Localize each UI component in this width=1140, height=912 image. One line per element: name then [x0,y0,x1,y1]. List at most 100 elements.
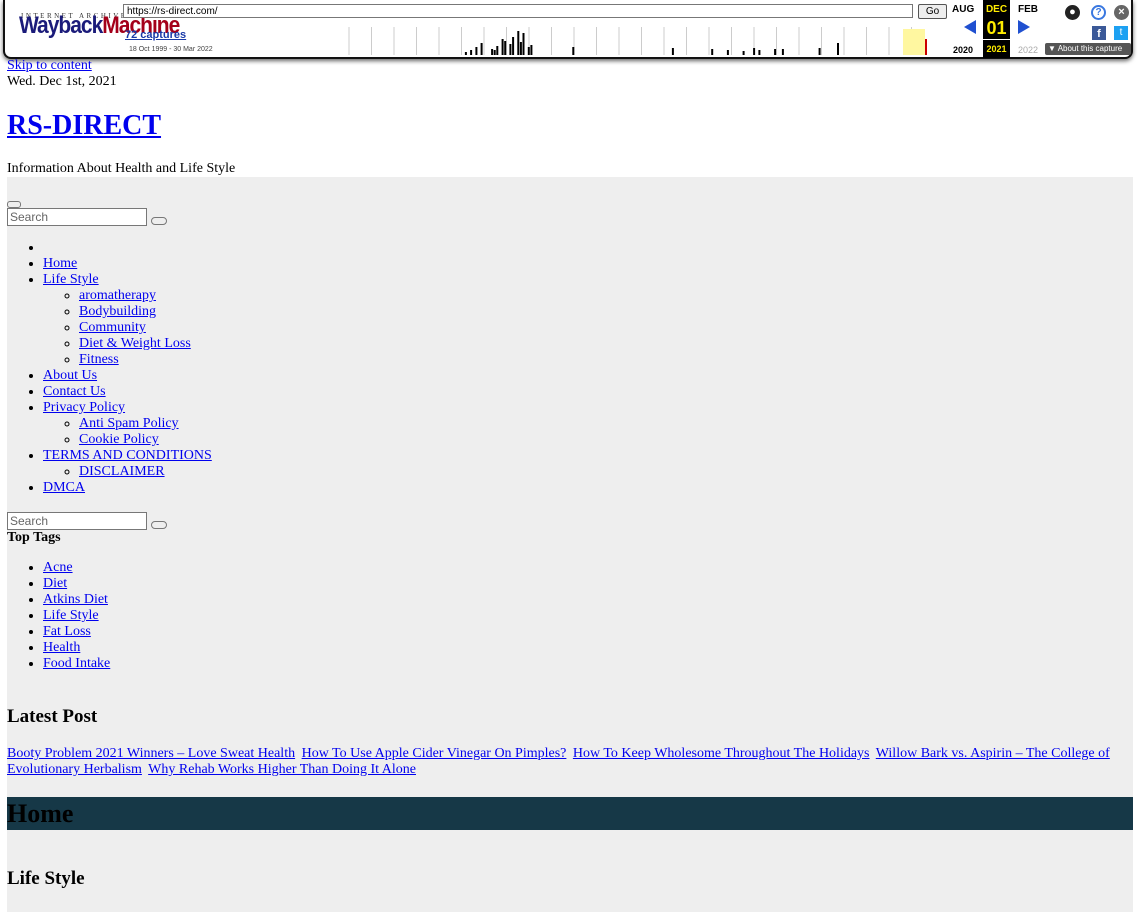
tag-item[interactable]: Life Style [43,608,110,624]
close-icon[interactable]: × [1114,5,1129,20]
twitter-icon[interactable]: t [1114,26,1128,40]
submenu-link-cookie-policy[interactable]: Cookie Policy [79,432,159,447]
menu-link-contact[interactable]: Contact Us [43,384,106,399]
menu-link-privacy[interactable]: Privacy Policy [43,400,125,415]
menu-link-about[interactable]: About Us [43,368,97,383]
skip-to-content-link[interactable]: Skip to content [7,58,92,74]
search-input[interactable]: Search [7,208,147,226]
submenu-terms: DISCLAIMER [43,464,212,480]
tag-link-food-intake[interactable]: Food Intake [43,656,110,671]
capture-bar[interactable] [501,39,504,55]
menu-item-terms[interactable]: TERMS AND CONDITIONS DISCLAIMER [43,448,212,480]
capture-bar[interactable] [781,49,784,55]
tag-link-diet[interactable]: Diet [43,576,67,591]
captures-link[interactable]: 72 captures [125,27,186,43]
menu-item-contact[interactable]: Contact Us [43,384,212,400]
capture-bar[interactable] [504,41,507,55]
capture-bar[interactable] [726,50,729,55]
latest-post-heading: Latest Post [7,706,98,727]
menu-link-dmca[interactable]: DMCA [43,480,85,495]
month-next[interactable]: FEB [1018,2,1038,18]
menu-link-terms[interactable]: TERMS AND CONDITIONS [43,448,212,463]
menu-item-life-style[interactable]: Life Style aromatherapy Bodybuilding Com… [43,272,212,368]
latest-post-link[interactable]: Why Rehab Works Higher Than Doing It Alo… [148,762,416,777]
tag-item[interactable]: Diet [43,576,110,592]
tag-link-acne[interactable]: Acne [43,560,73,575]
capture-bar[interactable] [671,48,674,55]
submenu-link-fitness[interactable]: Fitness [79,352,119,367]
year-next: 2022 [1018,45,1039,55]
submenu-link-diet-weight-loss[interactable]: Diet & Weight Loss [79,336,191,351]
go-button[interactable]: Go [918,4,947,19]
tag-link-fat-loss[interactable]: Fat Loss [43,624,91,639]
tag-item[interactable]: Health [43,640,110,656]
menu-item-privacy[interactable]: Privacy Policy Anti Spam Policy Cookie P… [43,400,212,448]
search-button[interactable] [151,217,167,225]
menu-item-dmca[interactable]: DMCA [43,480,212,496]
capture-bar[interactable] [493,50,496,55]
about-capture-button[interactable]: ▼ About this capture [1045,43,1131,55]
capture-bar[interactable] [572,47,575,55]
capture-bar[interactable] [470,50,473,55]
capture-bar[interactable] [758,50,761,55]
prev-capture-arrow-icon[interactable] [964,20,976,34]
current-capture-marker [925,39,927,55]
home-section-banner: Home [7,797,1133,830]
capture-bar[interactable] [753,48,756,55]
capture-sparkline[interactable] [347,27,947,55]
menu-item-home[interactable]: Home [43,256,212,272]
menu-toggle-button[interactable] [7,201,21,208]
tag-item[interactable]: Acne [43,560,110,576]
url-input[interactable]: https://rs-direct.com/ [123,4,913,18]
capture-bar[interactable] [818,48,821,55]
tag-item[interactable]: Atkins Diet [43,592,110,608]
capture-bar[interactable] [522,33,525,55]
current-year-highlight [903,29,925,55]
tag-item[interactable]: Food Intake [43,656,110,672]
capture-bar[interactable] [475,47,478,55]
month-prev[interactable]: AUG [952,2,974,18]
capture-bar[interactable] [837,43,839,55]
tag-link-health[interactable]: Health [43,640,80,655]
capture-bar[interactable] [509,44,512,55]
facebook-icon[interactable]: f [1092,26,1106,40]
capture-bar[interactable] [512,37,515,55]
capture-bar[interactable] [464,52,467,55]
site-title-link[interactable]: RS-DIRECT [7,110,161,141]
sidebar-search-input[interactable]: Search [7,512,147,530]
capture-bar[interactable] [519,42,522,55]
life-style-section-heading: Life Style [7,868,85,889]
tag-item[interactable]: Fat Loss [43,624,110,640]
year-prev[interactable]: 2020 [953,42,973,58]
submenu-link-bodybuilding[interactable]: Bodybuilding [79,304,156,319]
menu-link-home[interactable]: Home [43,256,77,271]
latest-post-link[interactable]: How To Keep Wholesome Throughout The Hol… [573,746,870,761]
capture-bar[interactable] [491,49,494,55]
capture-bar[interactable] [527,47,530,55]
latest-post-link[interactable]: Booty Problem 2021 Winners – Love Sweat … [7,746,295,761]
capture-bar[interactable] [711,49,714,55]
submenu-link-aromatherapy[interactable]: aromatherapy [79,288,156,303]
capture-bar[interactable] [496,46,499,55]
user-icon[interactable]: ● [1065,5,1080,20]
help-icon[interactable]: ? [1091,5,1106,20]
menu-link-life-style[interactable]: Life Style [43,272,99,287]
latest-post-link[interactable]: How To Use Apple Cider Vinegar On Pimple… [302,746,567,761]
submenu-link-community[interactable]: Community [79,320,146,335]
sidebar-search-button[interactable] [151,521,167,529]
tag-link-life-style[interactable]: Life Style [43,608,99,623]
top-tags-heading: Top Tags [7,530,61,545]
capture-bar[interactable] [774,49,777,55]
capture-bar[interactable] [742,51,745,55]
wayback-toolbar: INTERNET ARCHIVE WaybackMachine https://… [3,0,1133,59]
next-capture-arrow-icon[interactable] [1018,20,1030,34]
current-date: Wed. Dec 1st, 2021 [7,74,117,89]
submenu-link-anti-spam[interactable]: Anti Spam Policy [79,416,179,431]
site-title: RS-DIRECT [7,110,161,142]
capture-bar[interactable] [517,31,520,55]
menu-item-about[interactable]: About Us [43,368,212,384]
tag-link-atkins-diet[interactable]: Atkins Diet [43,592,108,607]
submenu-link-disclaimer[interactable]: DISCLAIMER [79,464,165,479]
capture-bar[interactable] [480,43,483,55]
capture-bar[interactable] [530,45,533,55]
